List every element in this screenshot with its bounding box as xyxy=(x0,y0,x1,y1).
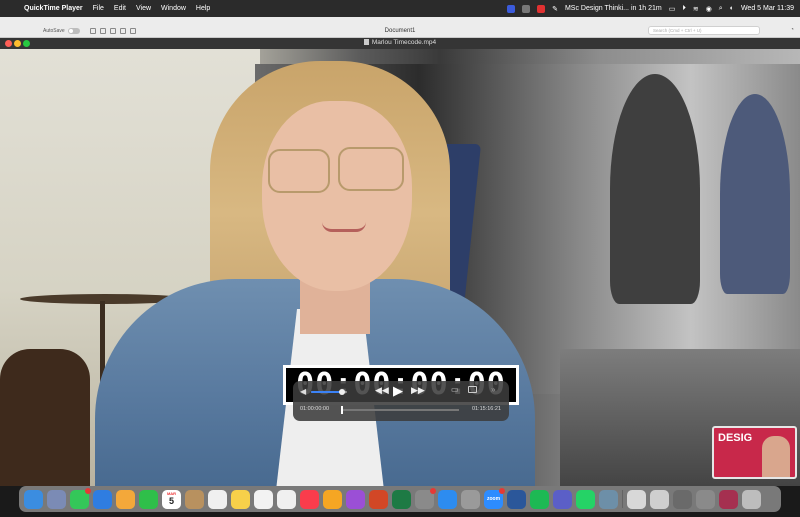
dock-whatsapp-icon[interactable] xyxy=(576,489,595,509)
dock-zoom-label: zoom xyxy=(486,496,501,502)
dock-photos-icon[interactable] xyxy=(116,489,135,509)
dock-powerpoint-icon[interactable] xyxy=(369,489,388,509)
notification-badge xyxy=(499,487,505,494)
dock-signal-icon[interactable] xyxy=(461,489,480,509)
volume-slider[interactable] xyxy=(311,389,347,395)
pip-person xyxy=(762,436,790,477)
wifi-icon[interactable]: ≋ xyxy=(693,5,699,13)
scrubber-playhead[interactable] xyxy=(341,406,343,414)
rewind-icon[interactable]: ◀◀ xyxy=(375,385,389,396)
picture-in-picture-icon[interactable] xyxy=(468,386,477,393)
pip-overlay-text: DESIG xyxy=(718,432,753,444)
dock-downloads-icon[interactable] xyxy=(627,489,646,509)
word-extra-icons: ◔ xyxy=(790,27,794,33)
share-icon[interactable]: ◔ xyxy=(790,27,794,33)
person-face xyxy=(262,101,412,291)
dock-word-icon[interactable] xyxy=(507,489,526,509)
volume-knob[interactable] xyxy=(338,389,345,395)
calendar-day: 5 xyxy=(168,495,174,506)
dock-podcasts-icon[interactable] xyxy=(346,489,365,509)
calendar-reminder-icon[interactable]: ✎ xyxy=(552,5,558,13)
window-title-text: Marlou Timecode.mp4 xyxy=(371,39,437,46)
menu-window[interactable]: Window xyxy=(161,5,186,12)
battery-icon[interactable]: ▭ xyxy=(669,5,676,13)
current-time: 01:00:00:00 xyxy=(300,406,330,412)
search-icon[interactable]: ⌕ xyxy=(719,5,723,13)
dock: MAR 5 zoom xyxy=(19,486,781,512)
dock-screenshot-1-icon[interactable] xyxy=(650,489,669,509)
dock-notes-icon[interactable] xyxy=(231,489,250,509)
speaker-icon[interactable]: ◀ xyxy=(300,387,306,396)
dock-screenshot-2-icon[interactable] xyxy=(673,489,692,509)
dock-launchpad-icon[interactable] xyxy=(47,489,66,509)
glasses-left-lens xyxy=(268,149,330,193)
word-window-titlebar: AutoSave Document1 Search (Cmd + Ctrl + … xyxy=(0,17,800,38)
dock-freeform-icon[interactable] xyxy=(254,489,273,509)
dock-teams-icon[interactable] xyxy=(553,489,572,509)
video-chair xyxy=(0,349,90,486)
poster-figure-1 xyxy=(610,74,700,304)
dock-messages-icon[interactable] xyxy=(70,487,91,509)
calendar-reminder[interactable]: MSc Design Thinki... in 1h 21m xyxy=(565,5,662,12)
dock-contacts-icon[interactable] xyxy=(185,489,204,509)
notification-badge xyxy=(430,487,436,494)
dock-zoom-icon[interactable]: zoom xyxy=(484,487,505,509)
video-frame[interactable]: 00:00:00:00 ◀ ◀◀ ▶ ▶▶ ▭ » 01:00:00:00 01… xyxy=(0,49,800,486)
scrubber[interactable] xyxy=(341,406,459,414)
dock-facetime-icon[interactable] xyxy=(139,489,158,509)
dock-calendar-icon[interactable]: MAR 5 xyxy=(162,489,181,509)
poster-figure-2 xyxy=(720,94,790,294)
fast-forward-icon[interactable]: ▶▶ xyxy=(411,385,425,396)
dock-separator xyxy=(622,490,623,508)
movie-file-icon xyxy=(363,39,369,45)
notification-badge xyxy=(85,487,91,494)
dock-trash-icon[interactable] xyxy=(742,489,761,509)
menu-help[interactable]: Help xyxy=(196,5,210,12)
control-center-icon[interactable]: ◉ xyxy=(706,5,712,13)
dock-screenshot-3-icon[interactable] xyxy=(696,489,715,509)
menu-file[interactable]: File xyxy=(93,5,104,12)
dock-spotify-icon[interactable] xyxy=(530,489,549,509)
dock-disk-utility-icon[interactable] xyxy=(599,489,618,509)
play-status-icon[interactable]: ⏵ xyxy=(682,5,686,13)
dock-pages-icon[interactable] xyxy=(323,489,342,509)
word-search-input[interactable]: Search (Cmd + Ctrl + U) xyxy=(648,26,760,35)
window-title: Marlou Timecode.mp4 xyxy=(0,39,800,46)
play-icon[interactable]: ▶ xyxy=(393,383,403,399)
dock-music-icon[interactable] xyxy=(300,489,319,509)
dropbox-icon[interactable] xyxy=(522,4,531,13)
playback-controls: ◀ ◀◀ ▶ ▶▶ ▭ » 01:00:00:00 01:15:16:21 xyxy=(293,381,509,421)
clock[interactable]: Wed 5 Mar 11:39 xyxy=(741,5,794,12)
dock-safari-icon[interactable] xyxy=(93,489,112,509)
menu-view[interactable]: View xyxy=(136,5,151,12)
dock-finder-icon[interactable] xyxy=(24,489,43,509)
share-icon[interactable]: » xyxy=(491,385,495,394)
dock-screenshot-4-icon[interactable] xyxy=(719,489,738,509)
glasses-right-lens xyxy=(338,147,404,191)
dock-chrome-icon[interactable] xyxy=(277,489,296,509)
dock-excel-icon[interactable] xyxy=(392,489,411,509)
quicktime-titlebar: Marlou Timecode.mp4 xyxy=(0,38,800,49)
dock-system-settings-icon[interactable] xyxy=(415,487,436,509)
status-red-icon[interactable] xyxy=(537,4,546,13)
person-mouth xyxy=(322,222,366,232)
volume-level xyxy=(311,391,342,393)
user-icon[interactable]: ◐ xyxy=(730,5,734,12)
pip-video-window[interactable]: DESIG xyxy=(712,426,797,479)
status-app-icon[interactable] xyxy=(507,4,516,13)
status-area: ✎ MSc Design Thinki... in 1h 21m ▭ ⏵ ≋ ◉… xyxy=(507,0,794,17)
menu-edit[interactable]: Edit xyxy=(114,5,126,12)
end-time: 01:15:16:21 xyxy=(471,406,501,412)
menu-bar: QuickTime Player File Edit View Window H… xyxy=(0,0,800,17)
airplay-icon[interactable]: ▭ xyxy=(451,385,459,394)
dock-reminders-icon[interactable] xyxy=(208,489,227,509)
app-menu-quicktime[interactable]: QuickTime Player xyxy=(24,5,83,12)
dock-app-store-icon[interactable] xyxy=(438,489,457,509)
